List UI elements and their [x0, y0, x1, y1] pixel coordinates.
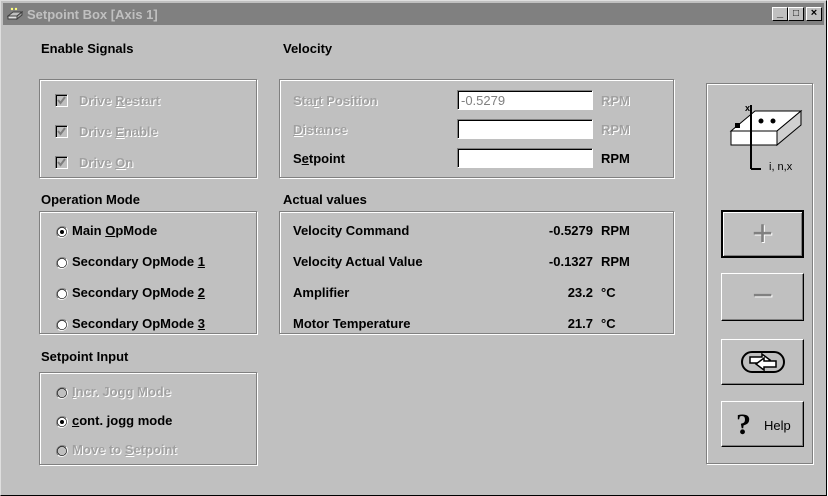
close-button[interactable]: ×: [806, 7, 822, 21]
setpoint-input-title: Setpoint Input: [41, 349, 129, 364]
help-label: Help: [764, 418, 791, 433]
minus-icon: −: [751, 274, 774, 315]
maximize-icon: □: [792, 8, 800, 19]
enable-signals-title: Enable Signals: [41, 41, 134, 56]
minus-button[interactable]: −: [721, 273, 804, 321]
help-button[interactable]: ? Help: [721, 401, 804, 447]
setpoint-input-label: Move to Setpoint: [72, 442, 177, 457]
velocity-title: Velocity: [283, 41, 333, 56]
actual-value-unit: RPM: [601, 254, 630, 269]
cycle-arrows-icon: [741, 351, 785, 373]
window-title: Setpoint Box [Axis 1]: [27, 7, 158, 22]
velocity-field-input[interactable]: [457, 148, 593, 168]
enable-signal-label: Drive Restart: [79, 93, 160, 108]
actual-value-label: Motor Temperature: [293, 316, 411, 331]
actual-value-number: -0.5279: [548, 223, 593, 238]
velocity-field-input: [457, 119, 593, 139]
enable-signal-label: Drive Enable: [79, 124, 158, 139]
setpoint-input-radio: [56, 444, 68, 457]
enable-signal-checkbox[interactable]: [55, 94, 68, 107]
axis-label: i, n,x: [769, 161, 793, 173]
actual-value-unit: °C: [601, 285, 616, 300]
setpoint-input-label: Incr. Jogg Mode: [72, 384, 171, 399]
enable-signal-checkbox[interactable]: [55, 125, 68, 138]
opmode-label: Secondary OpMode 1: [72, 254, 205, 269]
minimize-button[interactable]: _: [772, 7, 788, 21]
velocity-field-label: Start Position: [293, 93, 378, 108]
setpoint-input-label: cont. jogg mode: [72, 413, 173, 428]
help-question-icon: ?: [736, 408, 751, 441]
velocity-field-unit: RPM: [601, 93, 630, 108]
actual-value-unit: °C: [601, 316, 616, 331]
actual-value-number: -0.1327: [548, 254, 593, 269]
velocity-field-input: -0.5279: [457, 90, 593, 110]
opmode-radio[interactable]: [56, 225, 68, 238]
plus-button[interactable]: +: [721, 210, 804, 258]
plus-icon: +: [751, 212, 774, 253]
setpoint-input-radio: [56, 386, 68, 399]
enable-signal-label: Drive On: [79, 155, 134, 170]
setpoint-input-radio[interactable]: [56, 415, 68, 428]
velocity-field-unit: RPM: [601, 122, 630, 137]
minimize-icon: _: [776, 7, 784, 19]
opmode-label: Secondary OpMode 2: [72, 285, 205, 300]
opmode-radio[interactable]: [56, 318, 68, 331]
actual-value-unit: RPM: [601, 223, 630, 238]
enable-signal-checkbox[interactable]: [55, 156, 68, 169]
setpoint-box-window: Setpoint Box [Axis 1] _ □ × Enable Signa…: [0, 0, 827, 496]
opmode-label: Main OpMode: [72, 223, 158, 238]
operation-mode-title: Operation Mode: [41, 192, 140, 207]
opmode-label: Secondary OpMode 3: [72, 316, 205, 331]
actual-value-number: 21.7: [567, 316, 593, 331]
actual-value-label: Velocity Actual Value: [293, 254, 423, 269]
actual-values-title: Actual values: [283, 192, 367, 207]
app-icon: [7, 7, 23, 21]
maximize-button[interactable]: □: [788, 7, 804, 21]
opmode-radio[interactable]: [56, 256, 68, 269]
velocity-field-label: Distance: [293, 122, 348, 137]
title-bar[interactable]: Setpoint Box [Axis 1] _ □ ×: [3, 3, 824, 25]
opmode-radio[interactable]: [56, 287, 68, 300]
actual-value-label: Amplifier: [293, 285, 350, 300]
axis-device-icon: x: [729, 103, 803, 170]
actual-value-number: 23.2: [567, 285, 593, 300]
svg-text:x: x: [745, 103, 750, 113]
velocity-field-label: Setpoint: [293, 151, 345, 166]
close-icon: ×: [810, 7, 818, 19]
cycle-button[interactable]: [721, 339, 804, 385]
actual-value-label: Velocity Command: [293, 223, 410, 238]
velocity-field-unit: RPM: [601, 151, 630, 166]
